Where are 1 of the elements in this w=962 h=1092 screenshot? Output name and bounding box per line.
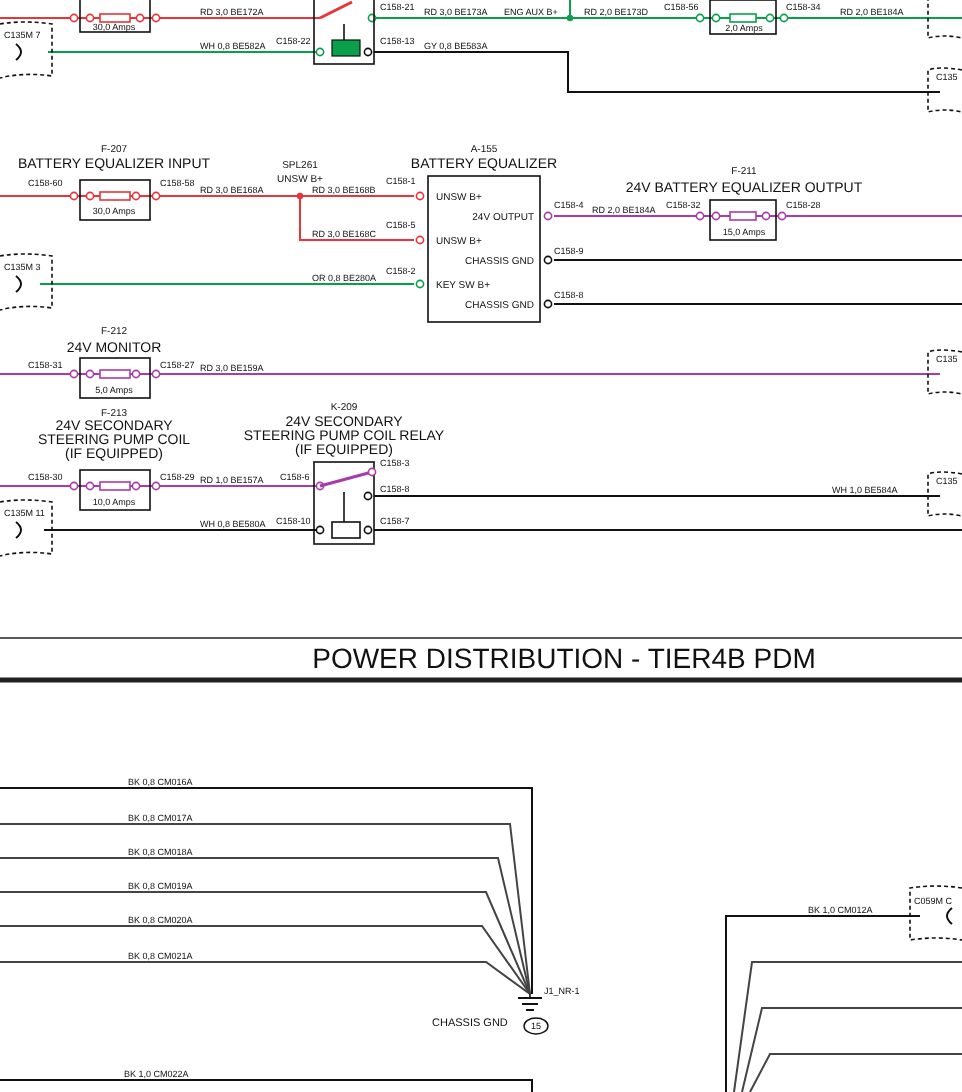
- page-title: POWER DISTRIBUTION - TIER4B PDM: [312, 642, 816, 674]
